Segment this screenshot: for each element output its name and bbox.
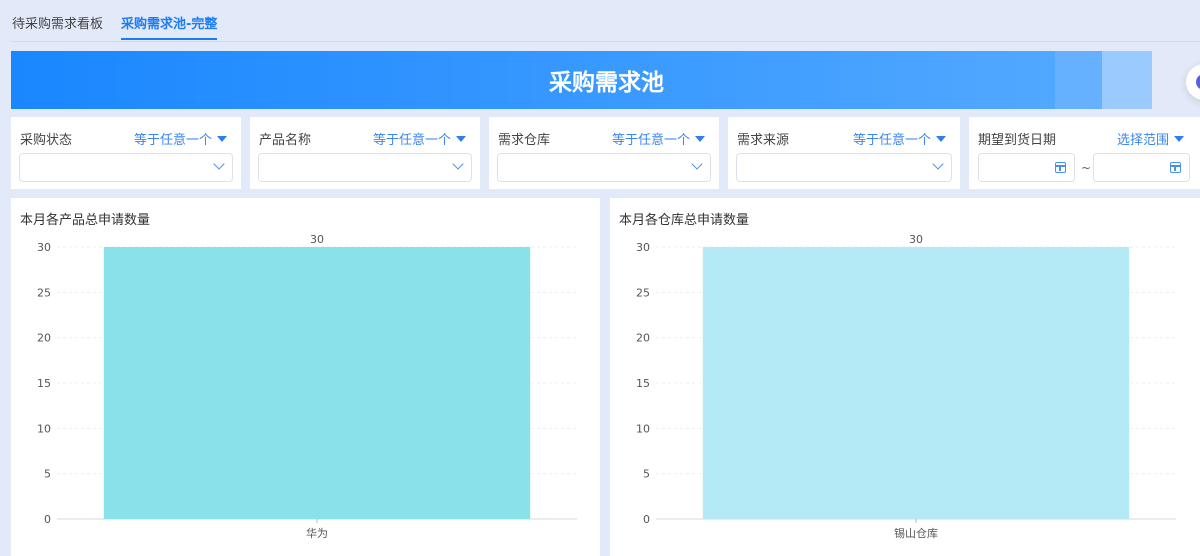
range-separator: ~ <box>1081 161 1092 175</box>
tab-bar: 待采购需求看板 采购需求池-完整 <box>11 0 1200 42</box>
y-tick-label: 15 <box>37 377 51 390</box>
chevron-down-icon <box>452 158 464 170</box>
filter-expected-date: 期望到货日期 选择范围 ~ <box>969 117 1200 189</box>
filter-label: 需求仓库 <box>498 133 551 148</box>
demand-source-select[interactable] <box>736 153 952 182</box>
y-tick-label: 30 <box>37 241 51 254</box>
y-tick-label: 5 <box>44 468 51 481</box>
x-tick-label: 华为 <box>306 526 328 540</box>
bar-value-label: 30 <box>310 233 324 246</box>
warehouse-bar-chart: 0 5 10 15 20 25 30 30 锡山仓库 <box>636 233 1176 540</box>
chevron-down-icon <box>691 158 703 170</box>
tab-demand-pool-full[interactable]: 采购需求池-完整 <box>121 13 218 40</box>
y-tick-label: 10 <box>636 422 650 435</box>
purchase-status-select[interactable] <box>19 153 233 182</box>
filter-operator-dropdown[interactable]: 等于任意一个 <box>853 129 946 148</box>
filter-label: 期望到货日期 <box>978 133 1057 148</box>
tab-pending-board[interactable]: 待采购需求看板 <box>12 13 103 32</box>
start-date-input[interactable] <box>978 153 1075 182</box>
calendar-icon <box>1170 162 1181 173</box>
y-tick-label: 20 <box>636 332 650 345</box>
y-tick-label: 0 <box>643 513 650 526</box>
bar <box>103 247 531 519</box>
end-date-input[interactable] <box>1093 153 1190 182</box>
filter-operator-dropdown[interactable]: 选择范围 <box>1117 129 1184 148</box>
filter-label: 产品名称 <box>259 133 312 148</box>
chevron-down-icon <box>213 158 225 170</box>
filter-label: 需求来源 <box>737 133 790 148</box>
chart-panel-warehouse: 本月各仓库总申请数量 0 5 10 15 20 25 30 30 锡山仓库 <box>610 198 1200 556</box>
filter-purchase-status: 采购状态 等于任意一个 <box>11 117 241 189</box>
banner: 采购需求池 <box>11 51 1152 109</box>
y-tick-label: 30 <box>636 241 650 254</box>
filter-warehouse: 需求仓库 等于任意一个 <box>489 117 719 189</box>
filter-product-name: 产品名称 等于任意一个 <box>250 117 480 189</box>
filter-operator-dropdown[interactable]: 等于任意一个 <box>134 129 227 148</box>
y-tick-label: 15 <box>636 377 650 390</box>
calendar-icon <box>1055 162 1066 173</box>
y-tick-label: 10 <box>37 422 51 435</box>
chart-panel-product: 本月各产品总申请数量 0 5 10 15 20 25 30 30 华为 <box>11 198 600 556</box>
y-tick-label: 25 <box>636 286 650 299</box>
y-tick-label: 25 <box>37 286 51 299</box>
y-tick-label: 5 <box>643 468 650 481</box>
bar <box>702 247 1130 519</box>
filter-operator-dropdown[interactable]: 等于任意一个 <box>373 129 466 148</box>
floating-action-button[interactable] <box>1186 64 1200 100</box>
filter-label: 采购状态 <box>20 133 73 148</box>
chevron-down-icon <box>932 158 944 170</box>
filter-operator-dropdown[interactable]: 等于任意一个 <box>612 129 705 148</box>
page-title: 采购需求池 <box>549 70 664 96</box>
y-tick-label: 20 <box>37 332 51 345</box>
warehouse-select[interactable] <box>497 153 711 182</box>
x-tick-label: 锡山仓库 <box>894 526 938 540</box>
product-name-select[interactable] <box>258 153 472 182</box>
bar-value-label: 30 <box>909 233 923 246</box>
y-tick-label: 0 <box>44 513 51 526</box>
product-bar-chart: 0 5 10 15 20 25 30 30 华为 <box>37 233 577 540</box>
filter-demand-source: 需求来源 等于任意一个 <box>728 117 960 189</box>
